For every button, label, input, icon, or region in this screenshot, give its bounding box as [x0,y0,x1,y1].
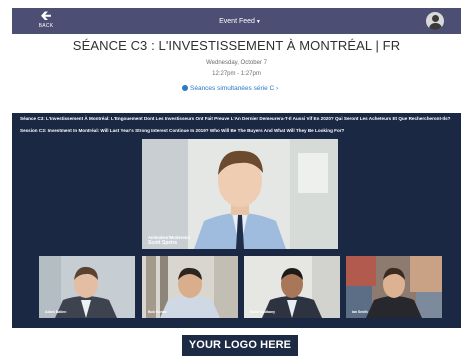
moderator-name: Scott Speirs [148,240,178,246]
event-feed-label: Event Feed [219,18,255,25]
moderator-video-image [142,139,338,249]
speaker-video-feed-4[interactable]: Ian Smith [346,256,442,318]
speaker-video-image [346,256,442,318]
video-panel: Séance C3: L'Investissement À Montréal: … [12,113,461,328]
app-frame: 🡰 BACK Event Feed▼ SÉANCE C3 : L'INVESTI… [12,8,461,364]
caret-down-icon: ▼ [255,19,261,25]
user-avatar-icon [432,15,439,22]
top-nav-bar: 🡰 BACK Event Feed▼ [12,8,461,34]
left-arrow-icon: 🡰 [40,8,52,23]
user-avatar[interactable] [426,12,444,30]
session-description-en: Session C3: Investment In Montréal: Will… [20,128,345,133]
speaker-video-image [142,256,238,318]
session-time: 12:27pm - 1:27pm [212,71,261,77]
speaker-video-feed-1[interactable]: Adam Balinn [39,256,135,318]
simultaneous-sessions-label: Séances simultanées série C [190,85,275,92]
session-description-fr: Séance C3: L'Investissement À Montréal: … [20,116,451,121]
speaker-video-image [39,256,135,318]
speaker-video-image [244,256,340,318]
dot-icon [182,85,188,91]
speaker-video-feed-3[interactable]: Kabir Madbany [244,256,340,318]
chevron-right-icon: › [274,85,279,92]
simultaneous-sessions-link[interactable]: Séances simultanées série C › [182,84,292,94]
back-button[interactable]: 🡰 BACK [36,8,56,32]
moderator-video-feed[interactable]: Animateur/Moderator Scott Speirs [142,139,338,249]
speaker-name: Adam Balinn [45,310,67,314]
moderator-caption: Animateur/Moderator Scott Speirs [148,235,190,246]
speaker-name: Ian Smith [352,310,368,314]
session-title: SÉANCE C3 : L'INVESTISSEMENT À MONTRÉAL … [72,38,401,53]
back-label: BACK [38,23,54,29]
sponsor-logo: YOUR LOGO HERE [182,335,298,356]
speaker-name: Kabir Madbany [250,310,276,314]
event-feed-dropdown[interactable]: Event Feed▼ [200,16,280,28]
session-date: Wednesday, October 7 [206,60,267,66]
speaker-name: Bob Kumar [148,310,167,314]
speaker-video-feed-2[interactable]: Bob Kumar [142,256,238,318]
